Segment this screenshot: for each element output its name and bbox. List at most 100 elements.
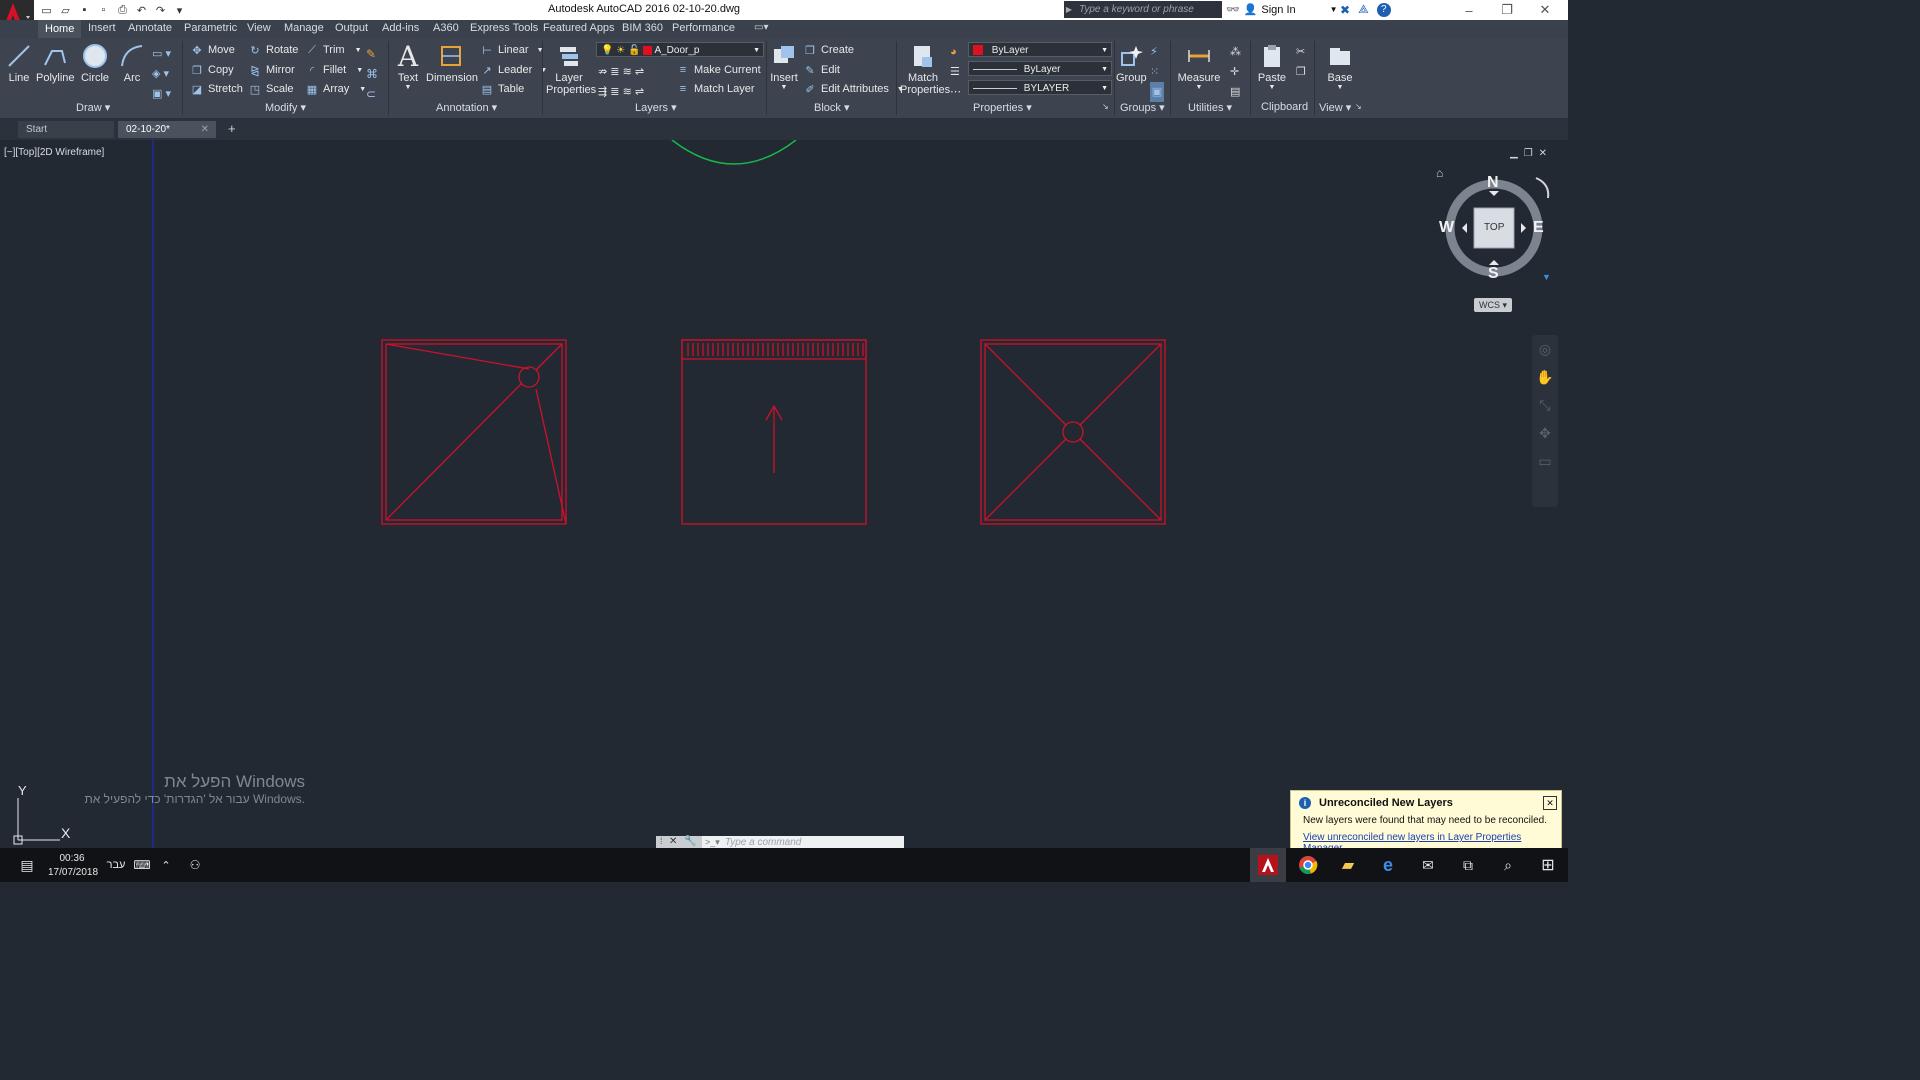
lineweight-dropdown[interactable]: BYLAYER ▼: [968, 80, 1112, 95]
id-point-icon[interactable]: ✛: [1230, 62, 1241, 82]
mirror-button[interactable]: ⧎ Mirror: [248, 62, 294, 78]
pan-icon[interactable]: ✋: [1532, 363, 1558, 391]
move-button[interactable]: ✥ Move: [190, 42, 235, 58]
help-icon[interactable]: ?: [1376, 2, 1391, 17]
group-selection-icon[interactable]: ▣: [1150, 82, 1164, 102]
zoom-extents-icon[interactable]: ⤡: [1532, 391, 1558, 419]
people-icon[interactable]: ⚇: [186, 848, 204, 882]
undo-icon[interactable]: ↶: [133, 2, 150, 18]
open-file-icon[interactable]: ▱: [57, 2, 74, 18]
group-button[interactable]: Group: [1116, 42, 1147, 84]
command-close-icon[interactable]: ✕: [669, 836, 677, 847]
door-symbol-center[interactable]: [681, 339, 867, 525]
tab-featured-apps[interactable]: Featured Apps: [543, 22, 615, 34]
green-arc[interactable]: [671, 140, 797, 165]
annotation-panel-title[interactable]: Annotation ▾: [436, 101, 497, 114]
text-button[interactable]: A Text ▼: [394, 40, 422, 92]
rectangle-icon[interactable]: ▭ ▾: [152, 44, 171, 64]
notification-close-icon[interactable]: ✕: [1543, 796, 1557, 810]
copy-clip-icon[interactable]: ❐: [1296, 62, 1306, 82]
maximize-icon[interactable]: ❐: [1488, 0, 1526, 20]
properties-launcher-icon[interactable]: ↘: [1102, 102, 1109, 111]
viewcube-face-top[interactable]: TOP: [1484, 222, 1504, 233]
view-launcher-icon[interactable]: ↘: [1355, 102, 1362, 111]
file-explorer-icon[interactable]: ▰: [1332, 848, 1364, 882]
new-tab-icon[interactable]: +: [228, 121, 236, 136]
tab-bim360[interactable]: BIM 360: [622, 22, 663, 34]
tab-insert[interactable]: Insert: [88, 22, 116, 34]
new-file-icon[interactable]: ▭: [38, 2, 55, 18]
steering-wheel-icon[interactable]: ◎: [1532, 335, 1558, 363]
command-handle-icon[interactable]: ⁞: [660, 836, 663, 846]
layer-lock-icon[interactable]: ⇌: [635, 66, 644, 78]
match-layer-button[interactable]: ≡ Match Layer: [676, 81, 755, 97]
copy-button[interactable]: ❐ Copy: [190, 62, 234, 78]
leader-button[interactable]: ↗ Leader ▼: [480, 62, 547, 78]
task-view-icon[interactable]: ⧉: [1452, 848, 1484, 882]
offset-icon[interactable]: ⊂: [366, 84, 378, 104]
layer-dropdown[interactable]: 💡 ☀ 🔓 A_Door_p ▼: [596, 42, 764, 57]
exchange-apps-icon[interactable]: ✖: [1340, 3, 1350, 17]
compass-west[interactable]: W: [1439, 219, 1454, 237]
polyline-button[interactable]: Polyline: [36, 42, 75, 84]
save-as-icon[interactable]: ▫: [95, 2, 112, 18]
drawing-canvas[interactable]: [0, 140, 1568, 848]
binoculars-icon[interactable]: 👓: [1226, 3, 1240, 16]
compass-north[interactable]: N: [1487, 174, 1499, 192]
mail-icon[interactable]: ✉: [1412, 848, 1444, 882]
edge-icon[interactable]: e: [1372, 848, 1404, 882]
showmotion-icon[interactable]: ▭: [1532, 447, 1558, 475]
boundary-icon[interactable]: ▣ ▾: [152, 84, 171, 104]
tab-express-tools[interactable]: Express Tools: [470, 22, 538, 34]
plot-icon[interactable]: ⎙: [114, 2, 131, 18]
trim-button[interactable]: ⟋ Trim ▼: [305, 42, 361, 58]
search-icon[interactable]: ⌕: [1492, 848, 1524, 882]
cut-icon[interactable]: ✂: [1296, 42, 1306, 62]
groups-panel-title[interactable]: Groups ▾: [1120, 101, 1165, 114]
tab-performance[interactable]: Performance: [672, 22, 735, 34]
group-edit-icon[interactable]: ⁙: [1150, 62, 1164, 82]
layer-freeze-icon[interactable]: ≋: [623, 66, 632, 78]
compass-south[interactable]: S: [1488, 265, 1499, 283]
hatch-icon[interactable]: ◈ ▾: [152, 64, 171, 84]
close-tab-icon[interactable]: ✕: [201, 121, 209, 138]
base-view-button[interactable]: Base ▼: [1320, 42, 1360, 91]
tab-current-drawing[interactable]: 02-10-20* ✕: [118, 121, 216, 138]
search-expand-icon[interactable]: ▶: [1064, 1, 1074, 18]
tab-start[interactable]: Start: [18, 121, 114, 138]
orbit-icon[interactable]: ✥: [1532, 419, 1558, 447]
tab-manage[interactable]: Manage: [284, 22, 324, 34]
insert-button[interactable]: Insert ▼: [770, 42, 798, 91]
color-dropdown[interactable]: ByLayer ▼: [968, 42, 1112, 57]
quick-select-icon[interactable]: ⁂: [1230, 42, 1241, 62]
layer-unisolate-icon[interactable]: ≣: [610, 86, 619, 98]
customize-qat-icon[interactable]: ▾: [171, 2, 188, 18]
table-button[interactable]: ▤ Table: [480, 81, 525, 97]
linear-button[interactable]: ⊢ Linear ▼: [480, 42, 543, 58]
arc-button[interactable]: Arc: [118, 42, 146, 84]
start-icon[interactable]: ⊞: [1532, 848, 1564, 882]
ribbon-minimize-icon[interactable]: ▭▾: [754, 22, 768, 33]
layer-on-icon[interactable]: ⇶: [598, 86, 607, 98]
tab-home[interactable]: Home: [38, 20, 82, 38]
layer-properties-button[interactable]: Layer Properties: [546, 42, 596, 96]
door-symbol-right[interactable]: [980, 339, 1166, 525]
layers-panel-title[interactable]: Layers ▾: [635, 101, 677, 114]
taskbar-chrome-icon[interactable]: [1292, 848, 1324, 882]
layer-unlock-icon[interactable]: ⇌: [635, 86, 644, 98]
layer-off-icon[interactable]: ⇏: [598, 66, 607, 78]
taskbar-autocad-icon[interactable]: [1250, 848, 1286, 882]
ungroup-icon[interactable]: ⚡: [1150, 42, 1164, 62]
tab-a360[interactable]: A360: [433, 22, 459, 34]
input-language[interactable]: עבר: [104, 848, 128, 882]
taskbar-clock[interactable]: 00:36 17/07/2018: [48, 852, 98, 880]
rotate-button[interactable]: ↻ Rotate: [248, 42, 298, 58]
array-button[interactable]: ▦ Array ▼: [305, 81, 366, 97]
tab-add-ins[interactable]: Add-ins: [382, 22, 419, 34]
edit-attributes-button[interactable]: ✐ Edit Attributes ▼: [803, 81, 903, 97]
save-icon[interactable]: ▪: [76, 2, 93, 18]
tab-output[interactable]: Output: [335, 22, 368, 34]
tab-view[interactable]: View: [247, 22, 271, 34]
explode-icon[interactable]: ⌘: [366, 64, 378, 84]
make-current-button[interactable]: ≡ Make Current: [676, 62, 761, 78]
